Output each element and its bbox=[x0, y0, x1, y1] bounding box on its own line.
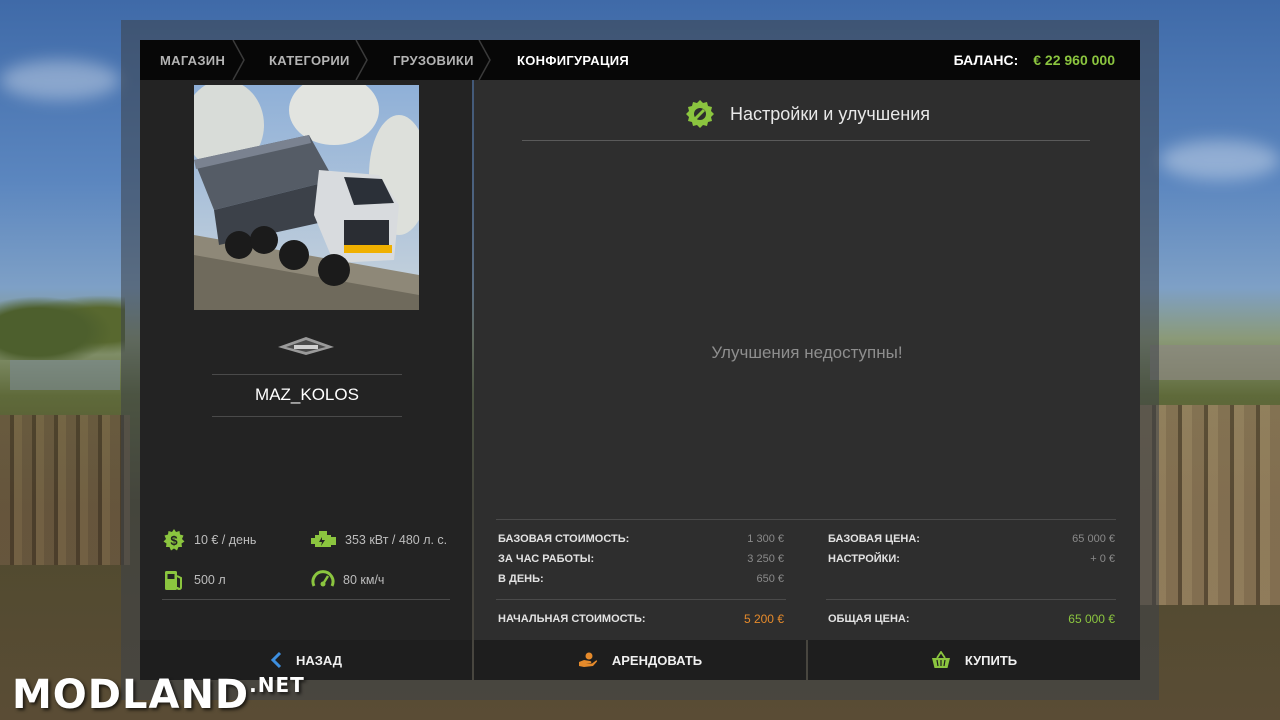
buy-button-label: КУПИТЬ bbox=[964, 652, 1018, 668]
background-house bbox=[1150, 345, 1280, 380]
background-fence bbox=[1140, 405, 1280, 605]
attribute-text: 80 км/ч bbox=[343, 573, 385, 587]
stat-value: 3 250 € bbox=[747, 553, 784, 565]
modland-watermark: MODLAND.NET bbox=[12, 672, 305, 718]
stat-label: БАЗОВАЯ ЦЕНА: bbox=[828, 533, 920, 545]
lease-button-label: АРЕНДОВАТЬ bbox=[611, 652, 703, 668]
attribute-text: 10 € / день bbox=[194, 533, 257, 547]
divider bbox=[826, 599, 1116, 600]
stat-label: В ДЕНЬ: bbox=[498, 573, 544, 585]
watermark-suffix: .NET bbox=[249, 673, 305, 697]
watermark-main: MODLAND bbox=[12, 672, 250, 718]
stat-initial-cost: НАЧАЛЬНАЯ СТОИМОСТЬ: 5 200 € bbox=[498, 611, 784, 627]
breadcrumb-label: ГРУЗОВИКИ bbox=[393, 52, 474, 68]
attribute-power: 353 кВт / 480 л. с. bbox=[311, 528, 447, 552]
attribute-speed: 80 км/ч bbox=[311, 568, 384, 592]
basket-icon bbox=[931, 651, 950, 668]
breadcrumb-configuration: КОНФИГУРАЦИЯ bbox=[486, 40, 649, 80]
divider bbox=[212, 416, 402, 417]
breadcrumb-categories[interactable]: КАТЕГОРИИ bbox=[240, 40, 368, 80]
vehicle-name: MAZ_KOLOS bbox=[255, 385, 359, 404]
balance-value: € 22 960 000 bbox=[1033, 52, 1115, 68]
attribute-fuel: 500 л bbox=[162, 568, 226, 592]
stat-value: 65 000 € bbox=[1072, 533, 1115, 545]
stat-label: ОБЩАЯ ЦЕНА: bbox=[828, 613, 910, 625]
divider bbox=[212, 374, 402, 375]
panel-title: Настройки и улучшения bbox=[730, 103, 930, 124]
breadcrumb-trucks[interactable]: ГРУЗОВИКИ bbox=[363, 40, 491, 80]
background-shed bbox=[10, 360, 120, 390]
back-button-label: НАЗАД bbox=[295, 652, 343, 668]
balance-display: БАЛАНС: € 22 960 000 bbox=[954, 40, 1115, 80]
svg-text:$: $ bbox=[170, 533, 178, 548]
stat-value: 1 300 € bbox=[747, 533, 784, 545]
hand-coin-icon bbox=[578, 652, 597, 667]
breadcrumb-label: МАГАЗИН bbox=[160, 52, 226, 68]
engine-icon bbox=[311, 531, 336, 547]
maz-brand-logo bbox=[278, 337, 334, 355]
configuration-panel: Настройки и улучшения Улучшения недоступ… bbox=[474, 80, 1140, 640]
fuel-pump-icon bbox=[165, 571, 182, 591]
attribute-cost-per-day: $ 10 € / день bbox=[162, 528, 256, 552]
stat-value: 65 000 € bbox=[1068, 612, 1115, 626]
sky-cloud bbox=[0, 60, 120, 100]
stat-base-price: БАЗОВАЯ ЦЕНА: 65 000 € bbox=[828, 531, 1115, 547]
speedometer-icon bbox=[311, 570, 335, 587]
divider bbox=[496, 599, 786, 600]
stat-value: 5 200 € bbox=[743, 612, 784, 626]
stat-label: ЗА ЧАС РАБОТЫ: bbox=[498, 553, 595, 565]
stat-label: НАЧАЛЬНАЯ СТОИМОСТЬ: bbox=[498, 613, 646, 625]
stat-value: 650 € bbox=[756, 573, 784, 585]
dollar-gear-icon: $ bbox=[163, 529, 185, 551]
sky-cloud bbox=[1160, 140, 1280, 180]
background-fence bbox=[0, 415, 130, 565]
breadcrumb-bar: МАГАЗИН КАТЕГОРИИ ГРУЗОВИКИ КОНФИГУРАЦИЯ… bbox=[140, 40, 1140, 80]
attribute-text: 353 кВт / 480 л. с. bbox=[345, 533, 448, 547]
vehicle-info-panel: MAZ_KOLOS $ 10 € / день 353 кВт / 480 л.… bbox=[140, 80, 472, 640]
breadcrumb-label: КАТЕГОРИИ bbox=[269, 52, 350, 68]
divider bbox=[522, 140, 1090, 141]
stat-per-hour: ЗА ЧАС РАБОТЫ: 3 250 € bbox=[498, 551, 784, 567]
background-trees bbox=[0, 290, 125, 360]
breadcrumb-shop[interactable]: МАГАЗИН bbox=[140, 40, 245, 80]
divider bbox=[496, 519, 1116, 520]
attribute-text: 500 л bbox=[194, 573, 226, 587]
panel-header: Настройки и улучшения bbox=[474, 98, 1140, 130]
empty-upgrades-message: Улучшения недоступны! bbox=[711, 343, 903, 362]
stat-per-day: В ДЕНЬ: 650 € bbox=[498, 571, 784, 587]
stat-base-cost: БАЗОВАЯ СТОИМОСТЬ: 1 300 € bbox=[498, 531, 784, 547]
chevron-left-icon bbox=[270, 651, 282, 669]
divider bbox=[162, 599, 450, 600]
stat-options: НАСТРОЙКИ: + 0 € bbox=[828, 551, 1115, 567]
breadcrumb-label: КОНФИГУРАЦИЯ bbox=[517, 52, 630, 68]
stat-label: БАЗОВАЯ СТОИМОСТЬ: bbox=[498, 533, 630, 545]
vehicle-image bbox=[194, 85, 419, 310]
lease-button[interactable]: АРЕНДОВАТЬ bbox=[474, 640, 806, 680]
stat-label: НАСТРОЙКИ: bbox=[828, 553, 900, 565]
buy-button[interactable]: КУПИТЬ bbox=[808, 640, 1140, 680]
stat-total-price: ОБЩАЯ ЦЕНА: 65 000 € bbox=[828, 611, 1115, 627]
balance-label: БАЛАНС: bbox=[953, 52, 1019, 68]
wrench-gear-icon bbox=[686, 100, 714, 128]
stat-value: + 0 € bbox=[1090, 553, 1115, 565]
